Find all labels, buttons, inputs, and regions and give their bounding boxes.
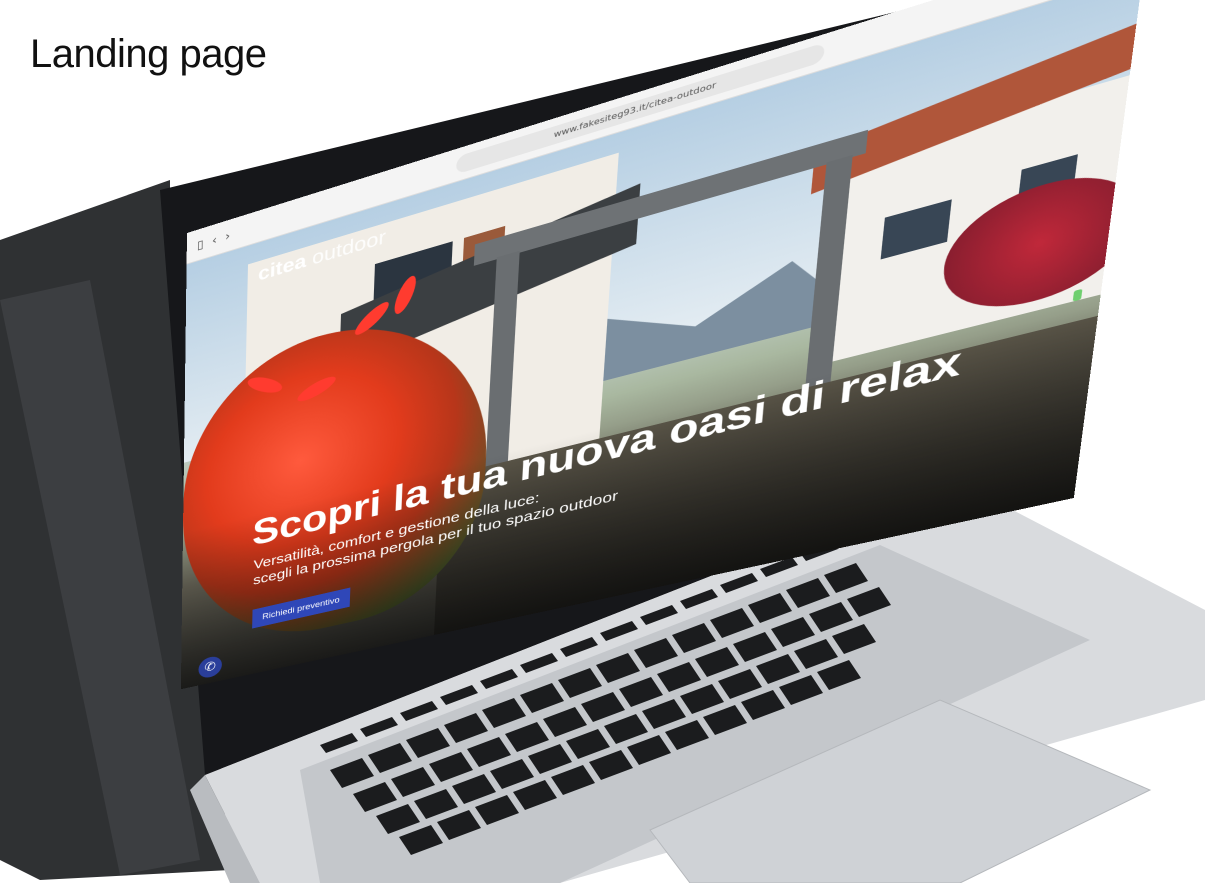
keyboard-key xyxy=(589,750,633,780)
keyboard-key xyxy=(551,765,595,795)
keyboard-key xyxy=(695,647,739,677)
function-key xyxy=(600,621,638,641)
keyboard-key xyxy=(672,623,716,653)
function-key xyxy=(680,589,718,609)
keyboard-key xyxy=(604,714,648,744)
keyboard-key xyxy=(391,767,435,797)
keyboard-key xyxy=(809,602,853,632)
keyboard-key xyxy=(657,662,701,692)
forward-icon[interactable]: › xyxy=(225,228,230,243)
keyboard-key xyxy=(490,759,534,789)
keyboard-key xyxy=(665,720,709,750)
scroll-indicator xyxy=(1072,288,1083,302)
sidebar-icon[interactable]: ▯ xyxy=(197,237,204,252)
keyboard-key xyxy=(619,677,663,707)
keyboard-key xyxy=(703,705,747,735)
keyboard-key xyxy=(437,810,481,840)
keyboard-key xyxy=(399,825,443,855)
keyboard-key xyxy=(581,692,625,722)
keyboard-key xyxy=(786,578,830,608)
function-key xyxy=(520,653,558,673)
keyboard-key xyxy=(467,737,511,767)
keyboard-key xyxy=(353,782,397,812)
keyboard-key xyxy=(596,653,640,683)
keyboard-key xyxy=(482,698,526,728)
keyboard-key xyxy=(452,774,496,804)
keyboard-key xyxy=(824,563,868,593)
keyboard-key xyxy=(642,699,686,729)
keyboard-key xyxy=(528,744,572,774)
function-key xyxy=(560,637,598,657)
keyboard-key xyxy=(756,654,800,684)
keyboard-key xyxy=(505,722,549,752)
keyboard-key xyxy=(779,675,823,705)
function-key xyxy=(480,669,518,689)
function-key xyxy=(720,573,758,593)
back-icon[interactable]: ‹ xyxy=(212,232,217,247)
keyboard-key xyxy=(520,683,564,713)
keyboard-key xyxy=(475,795,519,825)
keyboard-key xyxy=(429,752,473,782)
function-key xyxy=(400,701,438,721)
keyboard-key xyxy=(748,593,792,623)
function-key xyxy=(360,717,398,737)
keyboard-key xyxy=(733,632,777,662)
keyboard-key xyxy=(414,789,458,819)
keyboard-key xyxy=(710,608,754,638)
keyboard-key xyxy=(627,735,671,765)
keyboard-key xyxy=(817,660,861,690)
keyboard-key xyxy=(444,713,488,743)
keyboard-key xyxy=(832,624,876,654)
keyboard-key xyxy=(406,728,450,758)
keyboard-key xyxy=(771,617,815,647)
keyboard-key xyxy=(847,587,891,617)
function-key xyxy=(320,733,358,753)
function-key xyxy=(640,605,678,625)
keyboard-key xyxy=(368,743,412,773)
keyboard-key xyxy=(718,669,762,699)
function-key xyxy=(440,685,478,705)
keyboard-key xyxy=(741,690,785,720)
keyboard-key xyxy=(634,638,678,668)
keyboard-key xyxy=(376,804,420,834)
keyboard-key xyxy=(794,639,838,669)
keyboard-key xyxy=(558,668,602,698)
keyboard-key xyxy=(330,758,374,788)
keyboard-key xyxy=(680,684,724,714)
keyboard-key xyxy=(543,707,587,737)
keyboard-key xyxy=(566,729,610,759)
keyboard-key xyxy=(513,780,557,810)
